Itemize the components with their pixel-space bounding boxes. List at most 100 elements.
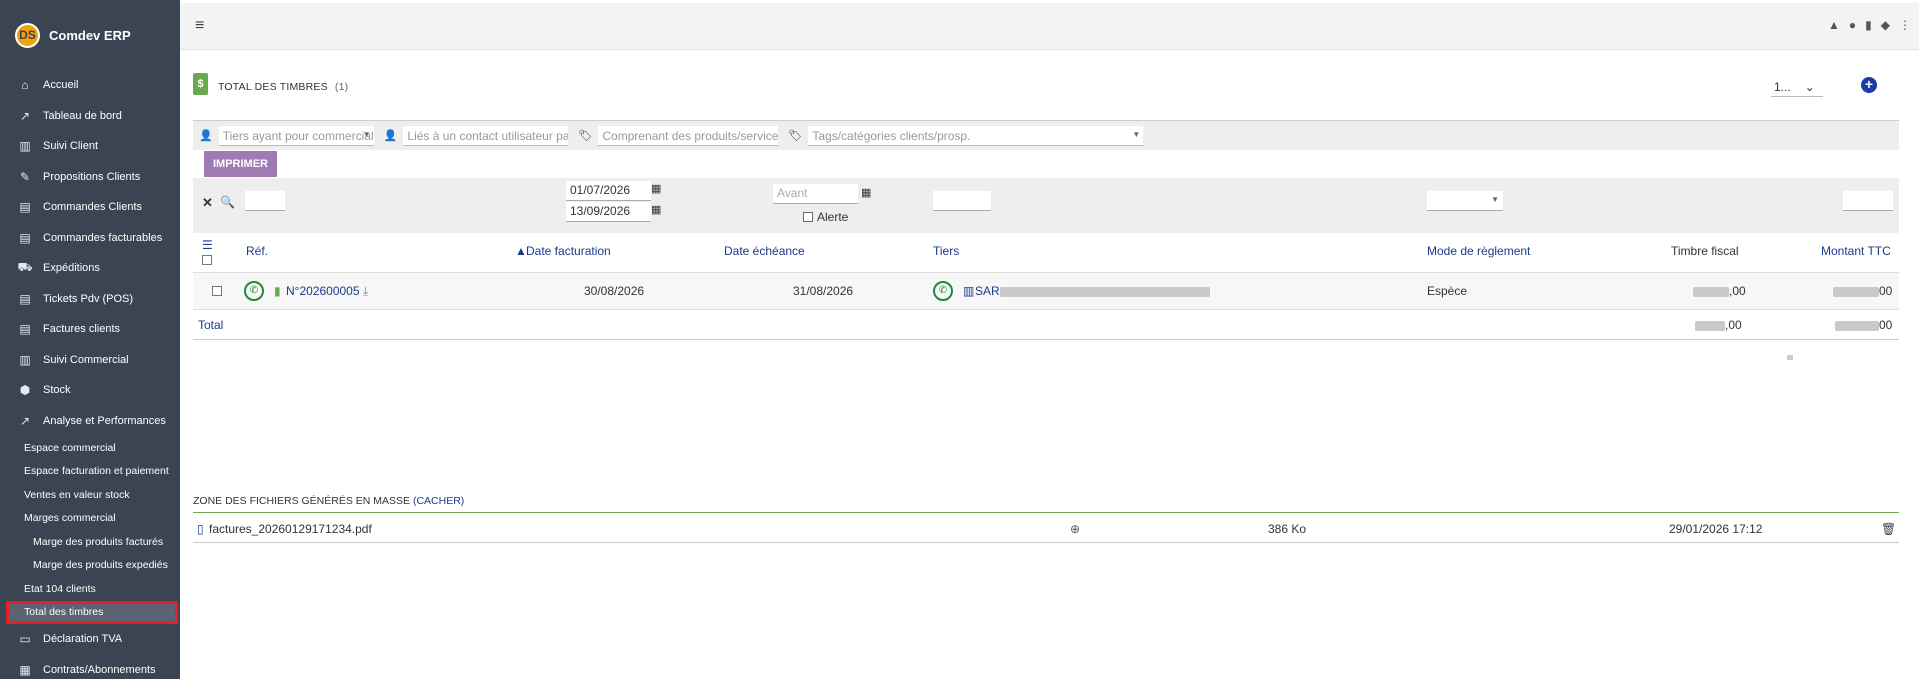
date-to-input[interactable]: 13/09/2026 [566, 202, 651, 222]
whatsapp-icon[interactable]: ✆ [933, 281, 953, 301]
scroll-indicator[interactable] [1787, 355, 1793, 360]
filter-products[interactable]: 🏷 Comprenant des produits/services [578, 125, 779, 147]
sidebar-item-commandes-facturables[interactable]: ▤ Commandes facturables [0, 223, 180, 254]
redacted-text [1693, 286, 1729, 297]
result-count: (1) [334, 81, 349, 93]
file-link[interactable]: factures_20260129171234.pdf [209, 522, 372, 536]
alert-filter[interactable]: Alerte [803, 210, 848, 224]
sidebar-item-contrats-abonnements[interactable]: ▦ Contrats/Abonnements [0, 655, 180, 679]
filter-tags[interactable]: 🏷 Tags/catégories clients/prosp. ▼ [788, 125, 1144, 147]
sidebar-item-tableau-de-bord[interactable]: ↗ Tableau de bord [0, 101, 180, 132]
user-icon: 👤 [199, 130, 213, 142]
search-icon[interactable]: 🔍 [220, 195, 235, 209]
download-icon[interactable]: ⤓ [363, 284, 368, 299]
sidebar-item-declaration-tva[interactable]: ▭ Déclaration TVA [0, 624, 180, 655]
calendar-icon[interactable]: ▦ [861, 186, 871, 199]
due-before-input[interactable]: Avant [773, 184, 858, 204]
brand[interactable]: DS Comdev ERP [0, 0, 180, 70]
products-select[interactable]: Comprenant des produits/services [598, 125, 779, 146]
calendar-icon[interactable]: ▦ [651, 182, 661, 195]
search-ref-input[interactable] [245, 191, 285, 211]
file-icon: ▤ [19, 291, 31, 306]
more-vertical-icon[interactable]: ⋮ [1899, 18, 1911, 32]
total-fiscal-stamp-suffix: ,00 [1725, 318, 1742, 332]
sidebar-subitem-espace-commercial[interactable]: Espace commercial [0, 436, 180, 460]
app-root: DS Comdev ERP ⌂ Accueil ↗ Tableau de bord ▥ S… [0, 0, 1919, 679]
trash-icon[interactable]: 🗑 [1881, 522, 1896, 536]
chevron-down-icon: ⌄ [1804, 79, 1815, 94]
commercial-select[interactable]: Tiers ayant pour commercial ▼ [218, 125, 374, 146]
col-third-party[interactable]: Tiers [933, 244, 959, 258]
col-date-invoice[interactable]: Date facturation [526, 244, 611, 258]
col-ref[interactable]: Réf. [246, 244, 268, 258]
payment-mode-select[interactable]: ▼ [1427, 191, 1503, 211]
search-amount-input[interactable] [1843, 191, 1893, 211]
sidebar-item-expeditions[interactable]: ⛟ Expéditions [0, 253, 180, 284]
table-row[interactable]: ✆ ▮ N°202600005 ⤓ 30/08/2026 31/08/2026 … [193, 273, 1899, 310]
contact-select[interactable]: Liés à un contact utilisateur partic [403, 125, 569, 146]
sidebar-subitem-marge-des-produits-expedies[interactable]: Marge des produits expediés [0, 554, 180, 578]
select-all-checkbox[interactable] [202, 255, 212, 265]
filter-contact[interactable]: 👤 Liés à un contact utilisateur partic [384, 125, 569, 147]
home-icon: ⌂ [21, 78, 29, 93]
file-row: ▯ factures_20260129171234.pdf ⊕ 386 Ko 2… [193, 513, 1899, 543]
hide-toggle-link[interactable]: (CACHER) [413, 495, 464, 507]
sidebar-item-tickets-pdv-pos[interactable]: ▤ Tickets Pdv (POS) [0, 284, 180, 315]
col-payment-mode[interactable]: Mode de règlement [1427, 244, 1530, 258]
page-limit-select[interactable]: 1... ⌄ [1771, 77, 1823, 97]
mass-files-zone: ZONE DES FICHIERS GÉNÉRÉS EN MASSE (CACH… [193, 495, 1899, 543]
sidebar-item-propositions-clients[interactable]: ✎ Propositions Clients [0, 162, 180, 193]
search-row: ✕ 🔍 01/07/2026 ▦ 13/09/2026 ▦ Avant ▦ Al… [193, 178, 1899, 233]
products-select-placeholder: Comprenant des produits/services [602, 128, 779, 143]
alert-checkbox[interactable] [803, 212, 813, 222]
preview-zoom-icon[interactable]: ⊕ [1070, 522, 1080, 536]
chart-line-icon: ↗ [19, 413, 31, 428]
sidebar-item-accueil[interactable]: ⌂ Accueil [0, 70, 180, 101]
calendar-icon[interactable]: ▦ [651, 203, 661, 216]
sidebar-subitem-total-des-timbres[interactable]: Total des timbres [6, 600, 178, 624]
hamburger-menu-icon[interactable]: ≡ [195, 17, 204, 35]
sidebar-submenu: Espace commercial Espace facturation et p… [0, 436, 180, 624]
col-amount-ttc[interactable]: Montant TTC [1821, 244, 1891, 258]
col-date-due[interactable]: Date échéance [724, 244, 805, 258]
add-button[interactable]: + [1861, 77, 1877, 93]
search-thirdparty-input[interactable] [933, 191, 991, 211]
sidebar-subitem-etat-104-clients[interactable]: Etat 104 clients [0, 577, 180, 601]
sidebar-item-suivi-commercial[interactable]: ▥ Suivi Commercial [0, 345, 180, 376]
sidebar-subitem-marges-commercial[interactable]: Marges commercial [0, 507, 180, 531]
row-date-due: 31/08/2026 [793, 284, 854, 298]
sidebar-item-commandes-clients[interactable]: ▤ Commandes Clients [0, 192, 180, 223]
tags-select[interactable]: Tags/catégories clients/prosp. ▼ [808, 125, 1144, 146]
sidebar-item-factures-clients[interactable]: ▤ Factures clients [0, 314, 180, 345]
column-list-icon[interactable]: ☰ [202, 238, 213, 252]
alert-icon[interactable]: ▲ [1828, 18, 1840, 32]
building-icon: ▥ [19, 139, 31, 154]
redacted-text [1695, 320, 1725, 331]
sidebar-subitem-ventes-en-valeur-stock[interactable]: Ventes en valeur stock [0, 483, 180, 507]
row-checkbox[interactable] [212, 286, 222, 296]
third-party-link[interactable]: SAR [975, 284, 1210, 298]
commercial-select-placeholder: Tiers ayant pour commercial [222, 128, 374, 143]
whatsapp-icon[interactable]: ✆ [244, 281, 264, 301]
total-amount-ttc: 00 [1835, 318, 1892, 332]
invoice-ref-link[interactable]: N°202600005 [286, 284, 360, 298]
sidebar-item-stock[interactable]: ⬢ Stock [0, 375, 180, 406]
row-payment-mode: Espèce [1427, 284, 1468, 298]
clipboard-icon[interactable]: ▮ [1865, 18, 1872, 32]
chart-line-icon: ↗ [19, 108, 31, 123]
main-content: $ TOTAL DES TIMBRES (1) 1... ⌄ + 👤 Tiers… [193, 55, 1899, 543]
sidebar-item-label: Tableau de bord [43, 109, 122, 122]
invoice-table: ✕ 🔍 01/07/2026 ▦ 13/09/2026 ▦ Avant ▦ Al… [193, 178, 1899, 340]
chat-icon[interactable]: ● [1849, 18, 1856, 32]
sidebar-subitem-espace-facturation-et-paiement[interactable]: Espace facturation et paiement [0, 460, 180, 484]
filter-commercial[interactable]: 👤 Tiers ayant pour commercial ▼ [199, 125, 374, 147]
user-avatar-icon[interactable]: ◆ [1881, 18, 1890, 32]
print-button[interactable]: IMPRIMER [204, 151, 277, 177]
date-from-input[interactable]: 01/07/2026 [566, 181, 651, 201]
sidebar-item-analyse-et-performances[interactable]: ↗ Analyse et Performances [0, 406, 180, 437]
sidebar-item-suivi-client[interactable]: ▥ Suivi Client [0, 131, 180, 162]
sidebar-subitem-marge-des-produits-factures[interactable]: Marge des produits facturés [0, 530, 180, 554]
col-fiscal-stamp[interactable]: Timbre fiscal [1671, 244, 1739, 258]
sidebar-item-label: Commandes facturables [43, 231, 163, 244]
clear-filter-icon[interactable]: ✕ [202, 195, 213, 211]
